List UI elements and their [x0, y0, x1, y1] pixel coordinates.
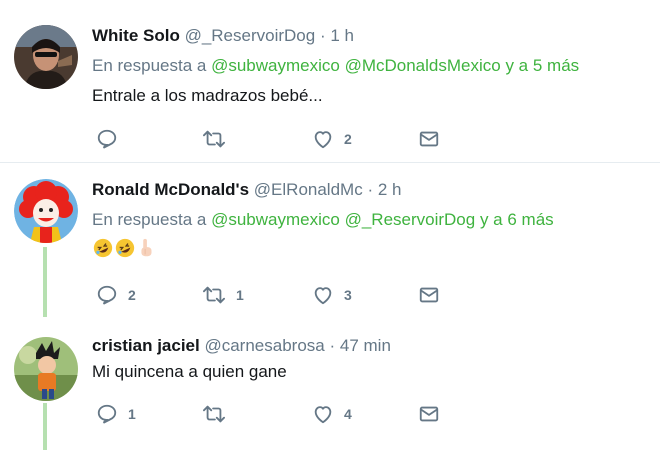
tweet-1: White Solo @_ReservoirDog · 1 h En respu… — [0, 0, 660, 162]
dm-icon — [418, 128, 440, 150]
thread-line — [43, 247, 47, 317]
mention-link[interactable]: @McDonaldsMexico — [345, 56, 501, 75]
avatar-ronald-mcdonald[interactable] — [14, 179, 78, 243]
reply-prefix: En respuesta a — [92, 56, 207, 75]
dm-button[interactable] — [418, 283, 440, 307]
retweet-button[interactable]: 1 — [202, 283, 244, 307]
dm-icon — [418, 284, 440, 306]
tweet-text: Entrale a los madrazos bebé... — [92, 86, 323, 105]
reply-context: En respuesta a @subwaymexico @McDonaldsM… — [92, 55, 650, 77]
more-mentions-link[interactable]: y a 6 más — [480, 210, 554, 229]
like-button[interactable]: 2 — [312, 127, 352, 151]
timestamp[interactable]: 47 min — [340, 336, 391, 355]
rolling-on-floor-laughing-emoji — [92, 237, 114, 264]
tweet-2: Ronald McDonald's @ElRonaldMc · 2 h En r… — [0, 163, 660, 317]
reply-context: En respuesta a @subwaymexico @_Reservoir… — [92, 209, 650, 231]
retweet-count: 1 — [236, 287, 244, 303]
separator: · — [367, 180, 374, 199]
tweet-text: Mi quincena a quien gane — [92, 362, 287, 381]
dm-icon — [418, 403, 440, 425]
like-count: 2 — [344, 131, 352, 147]
display-name[interactable]: Ronald McDonald's — [92, 180, 249, 199]
tweet-header: Ronald McDonald's @ElRonaldMc · 2 h — [92, 179, 650, 201]
dm-button[interactable] — [418, 402, 440, 426]
like-icon — [312, 284, 334, 306]
reply-button[interactable]: 2 — [96, 283, 136, 307]
like-icon — [312, 403, 334, 425]
handle[interactable]: @carnesabrosa — [204, 336, 324, 355]
reply-count: 2 — [128, 287, 136, 303]
reply-count: 1 — [128, 406, 136, 422]
like-button[interactable]: 3 — [312, 283, 352, 307]
retweet-icon — [202, 128, 226, 150]
like-button[interactable]: 4 — [312, 402, 352, 426]
display-name[interactable]: cristian jaciel — [92, 336, 200, 355]
tweet-3: cristian jaciel @carnesabrosa · 47 min M… — [0, 313, 660, 450]
reply-button[interactable] — [96, 127, 128, 151]
separator: · — [329, 336, 336, 355]
handle[interactable]: @_ReservoirDog — [185, 26, 316, 45]
reply-icon — [96, 284, 118, 306]
timestamp[interactable]: 2 h — [378, 180, 402, 199]
avatar-white-solo[interactable] — [14, 25, 78, 89]
like-icon — [312, 128, 334, 150]
tweet-header: White Solo @_ReservoirDog · 1 h — [92, 25, 650, 47]
mention-link[interactable]: @subwaymexico — [211, 210, 340, 229]
handle[interactable]: @ElRonaldMc — [254, 180, 363, 199]
retweet-icon — [202, 403, 226, 425]
reply-icon — [96, 128, 118, 150]
reply-prefix: En respuesta a — [92, 210, 207, 229]
timestamp[interactable]: 1 h — [330, 26, 354, 45]
like-count: 4 — [344, 406, 352, 422]
mention-link[interactable]: @subwaymexico — [211, 56, 340, 75]
more-mentions-link[interactable]: y a 5 más — [505, 56, 579, 75]
tweet-actions: 1 4 — [96, 402, 456, 426]
retweet-icon — [202, 284, 226, 306]
reply-button[interactable]: 1 — [96, 402, 136, 426]
retweet-button[interactable] — [202, 127, 236, 151]
avatar-cristian-jaciel[interactable] — [14, 337, 78, 401]
tweet-header: cristian jaciel @carnesabrosa · 47 min — [92, 335, 650, 357]
display-name[interactable]: White Solo — [92, 26, 180, 45]
retweet-button[interactable] — [202, 402, 236, 426]
rolling-on-floor-laughing-emoji — [114, 237, 136, 264]
like-count: 3 — [344, 287, 352, 303]
tweet-text — [92, 237, 650, 264]
tweet-actions: 2 — [96, 127, 456, 151]
reply-icon — [96, 403, 118, 425]
pointing-up-hand-emoji — [136, 237, 156, 264]
separator: · — [319, 26, 326, 45]
dm-button[interactable] — [418, 127, 440, 151]
mention-link[interactable]: @_ReservoirDog — [345, 210, 476, 229]
thread-line — [43, 403, 47, 450]
tweet-actions: 2 1 3 — [96, 283, 456, 307]
